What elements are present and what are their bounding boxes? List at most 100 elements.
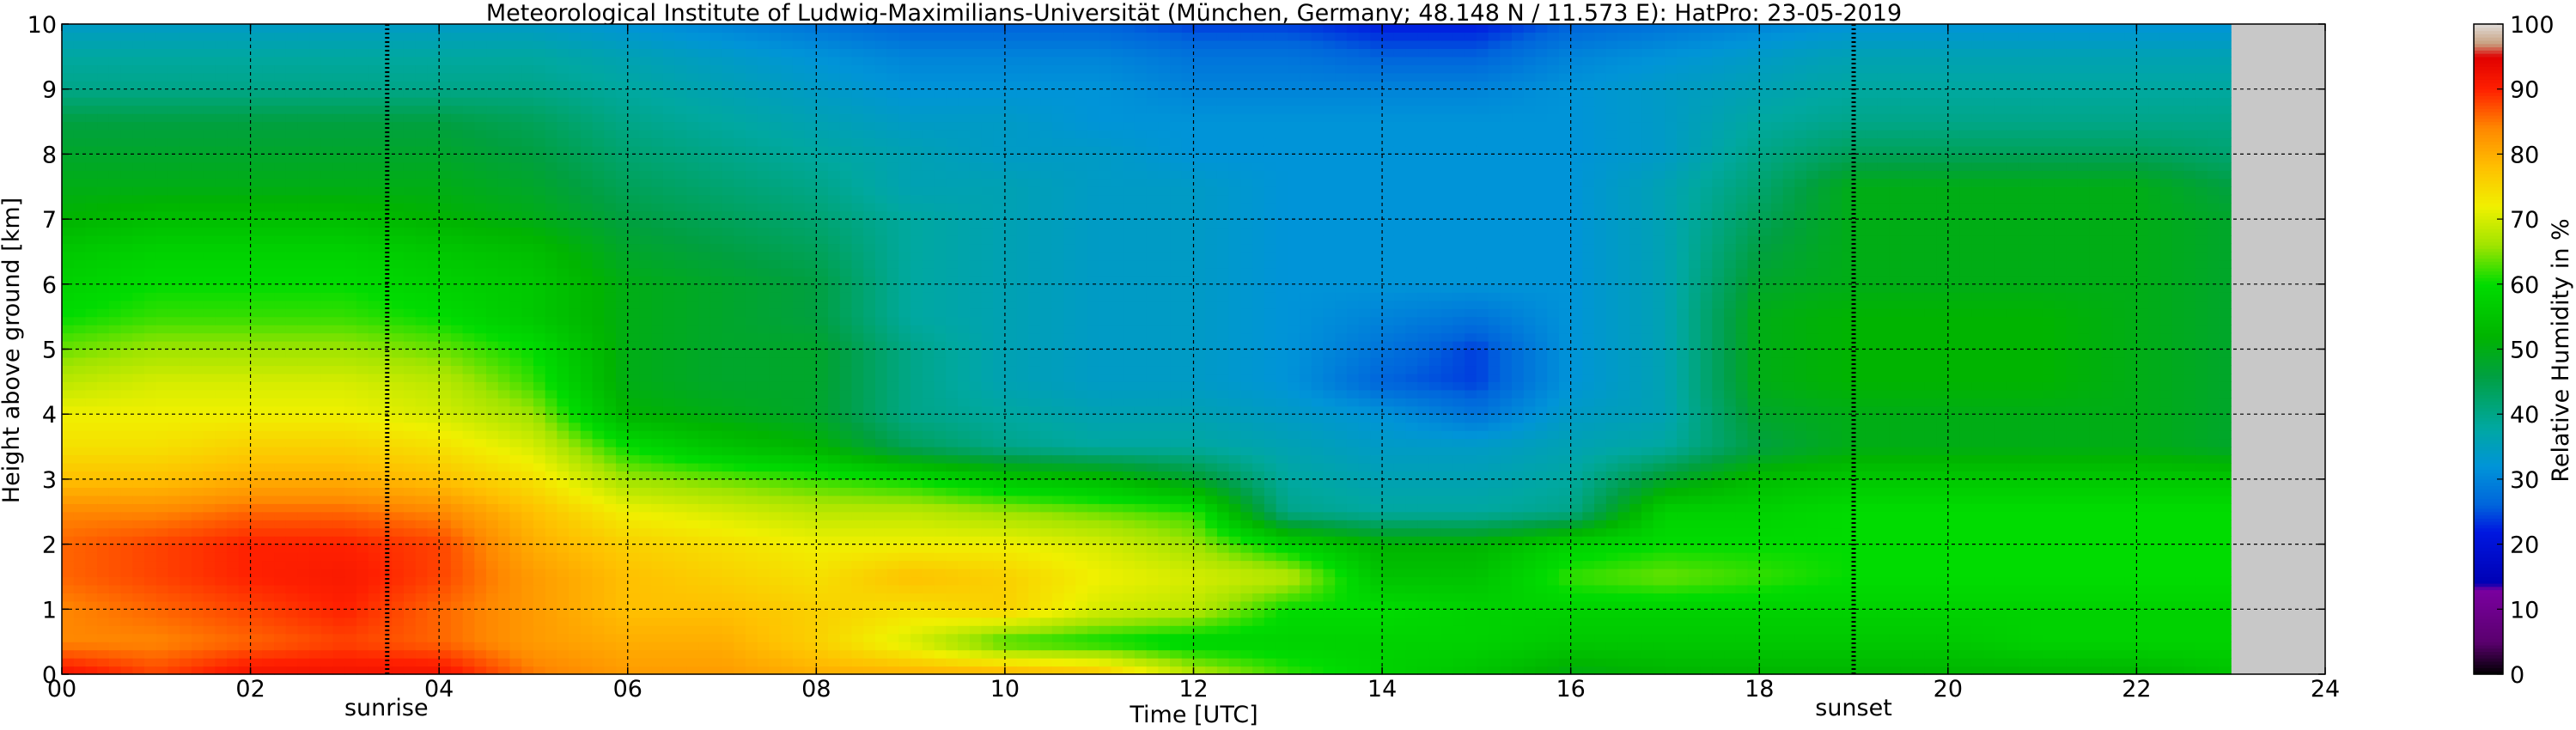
heatmap-cell xyxy=(120,414,133,423)
heatmap-cell xyxy=(757,308,770,318)
heatmap-cell xyxy=(238,568,252,578)
heatmap-cell xyxy=(627,32,641,41)
heatmap-cell xyxy=(450,251,464,261)
heatmap-cell xyxy=(439,511,452,520)
heatmap-cell xyxy=(722,430,734,440)
heatmap-cell xyxy=(497,56,511,65)
heatmap-cell xyxy=(709,511,723,520)
heatmap-cell xyxy=(180,251,192,261)
heatmap-cell xyxy=(285,568,299,578)
heatmap-cell xyxy=(521,97,534,106)
heatmap-cell xyxy=(62,170,75,179)
heatmap-cell xyxy=(686,462,699,472)
heatmap-cell xyxy=(709,349,723,358)
heatmap-cell xyxy=(734,625,746,635)
heatmap-cell xyxy=(167,137,180,147)
heatmap-cell xyxy=(85,48,98,58)
heatmap-cell xyxy=(627,503,641,513)
heatmap-cell xyxy=(180,438,192,447)
heatmap-cell xyxy=(627,462,641,472)
heatmap-cell xyxy=(332,536,345,545)
heatmap-cell xyxy=(674,552,687,562)
heatmap-cell xyxy=(227,332,240,342)
heatmap-cell xyxy=(439,170,452,179)
heatmap-cell xyxy=(215,609,228,618)
heatmap-cell xyxy=(297,227,310,236)
heatmap-cell xyxy=(580,227,594,236)
heatmap-cell xyxy=(356,373,369,382)
heatmap-cell xyxy=(250,560,263,569)
heatmap-cell xyxy=(462,658,475,667)
heatmap-cell xyxy=(285,381,299,391)
heatmap-cell xyxy=(745,356,758,367)
heatmap-cell xyxy=(580,568,594,578)
heatmap-cell xyxy=(215,471,228,480)
heatmap-cell xyxy=(651,48,664,58)
heatmap-cell xyxy=(462,300,475,309)
heatmap-cell xyxy=(521,625,534,635)
heatmap-cell xyxy=(769,235,782,245)
heatmap-cell xyxy=(356,430,369,440)
heatmap-cell xyxy=(592,666,605,675)
heatmap-cell xyxy=(320,552,334,562)
heatmap-cell xyxy=(274,487,287,496)
heatmap-cell xyxy=(674,283,687,293)
heatmap-cell xyxy=(616,145,629,155)
heatmap-cell xyxy=(274,325,287,334)
heatmap-cell xyxy=(450,292,464,301)
heatmap-cell xyxy=(545,365,557,374)
heatmap-cell xyxy=(403,154,417,163)
heatmap-cell xyxy=(557,235,569,245)
heatmap-cell xyxy=(627,649,641,659)
heatmap-cell xyxy=(769,349,782,358)
heatmap-cell xyxy=(545,137,557,147)
heatmap-cell xyxy=(662,454,676,464)
heatmap-cell xyxy=(262,381,275,391)
heatmap-cell xyxy=(439,186,452,196)
heatmap-cell xyxy=(450,267,464,277)
heatmap-cell xyxy=(215,560,228,569)
heatmap-cell xyxy=(627,300,641,309)
heatmap-cell xyxy=(533,243,546,252)
heatmap-cell xyxy=(521,32,534,41)
heatmap-cell xyxy=(155,414,169,423)
heatmap-cell xyxy=(262,308,275,318)
heatmap-cell xyxy=(285,487,299,496)
heatmap-cell xyxy=(545,154,557,163)
heatmap-cell xyxy=(651,438,664,447)
heatmap-cell xyxy=(734,32,746,41)
heatmap-cell xyxy=(62,398,75,407)
heatmap-cell xyxy=(97,405,110,415)
heatmap-cell xyxy=(108,365,122,374)
heatmap-cell xyxy=(651,341,664,350)
heatmap-cell xyxy=(203,121,216,131)
heatmap-cell xyxy=(781,137,794,147)
heatmap-cell xyxy=(344,422,357,431)
heatmap-cell xyxy=(403,292,417,301)
heatmap-cell xyxy=(180,478,192,488)
heatmap-cell xyxy=(557,32,569,41)
heatmap-cell xyxy=(604,24,617,33)
heatmap-cell xyxy=(191,219,204,228)
heatmap-cell xyxy=(569,32,582,41)
heatmap-cell xyxy=(274,64,287,74)
heatmap-cell xyxy=(497,511,511,520)
heatmap-cell xyxy=(533,259,546,269)
heatmap-cell xyxy=(297,32,310,41)
heatmap-cell xyxy=(309,308,322,318)
heatmap-cell xyxy=(73,454,87,464)
heatmap-cell xyxy=(662,487,676,496)
heatmap-cell xyxy=(497,349,511,358)
heatmap-cell xyxy=(403,243,417,252)
heatmap-cell xyxy=(62,625,75,635)
heatmap-cell xyxy=(462,145,475,155)
heatmap-cell xyxy=(97,438,110,447)
heatmap-cell xyxy=(509,113,522,123)
heatmap-cell xyxy=(722,219,734,228)
heatmap-cell xyxy=(250,422,263,431)
heatmap-cell xyxy=(167,145,180,155)
heatmap-cell xyxy=(627,544,641,553)
heatmap-cell xyxy=(674,194,687,204)
heatmap-cell xyxy=(722,503,734,513)
heatmap-cell xyxy=(662,292,676,301)
